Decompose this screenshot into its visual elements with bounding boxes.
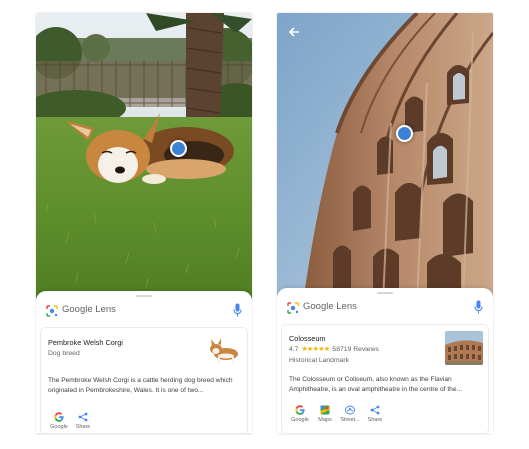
colosseum-photo[interactable] [277,13,493,303]
focus-dot[interactable] [170,140,187,157]
focus-dot[interactable] [396,125,413,142]
action-row: Google Share [47,412,127,433]
share-action-label: Share [367,417,383,423]
mic-icon[interactable] [233,303,242,317]
maps-action[interactable]: Maps [313,405,337,427]
result-description: The Pembroke Welsh Corgi is a cattle her… [48,377,233,394]
mic-icon[interactable] [474,300,483,314]
lens-header: Google Lens [277,298,493,318]
google-icon [54,412,64,422]
share-action[interactable]: Share [363,405,387,427]
result-title: Colosseum [289,334,326,343]
lens-result-sheet: Google Lens Pembroke Welsh Corgi Dog bre… [36,291,252,433]
result-title: Pembroke Welsh Corgi [48,338,123,347]
lens-screen-colosseum: Google Lens Colosseum 4.7 ★★★★★ 58719 Revi… [277,13,493,434]
lens-title: Google Lens [303,301,357,312]
street-view-action-label: Street... [340,417,360,423]
lens-screen-corgi: Google Lens Pembroke Welsh Corgi Dog bre… [36,13,252,434]
lens-result-sheet: Google Lens Colosseum 4.7 ★★★★★ 58719 Revi… [277,288,493,434]
google-lens-logo-icon [46,305,58,317]
google-search-action[interactable]: Google [47,412,71,433]
result-thumbnail [445,331,483,365]
street-view-action[interactable]: Street... [338,405,362,427]
result-thumbnail [204,334,242,368]
result-card[interactable]: Pembroke Welsh Corgi Dog breed The Pembr… [40,327,248,433]
rating-stars: ★★★★★ [301,346,330,353]
share-action-label: Share [75,424,91,430]
google-search-action[interactable]: Google [288,405,312,427]
result-subtitle: Dog breed [48,350,80,357]
result-subtitle: Historical Landmark [289,357,350,364]
rating-row: 4.7 ★★★★★ 58719 Reviews [289,345,379,353]
lens-title: Google Lens [62,304,116,315]
rating-value: 4.7 [289,346,299,353]
google-icon [295,405,305,415]
share-icon [78,412,88,422]
action-row: Google Maps Street... Share [288,405,408,427]
google-lens-logo-icon [287,302,299,314]
share-action[interactable]: Share [71,412,95,433]
result-description: The Colosseum or Coliseum, also known as… [289,376,463,393]
google-action-label: Google [50,424,68,430]
sheet-drag-handle[interactable] [377,292,393,294]
maps-action-label: Maps [318,417,332,423]
sheet-drag-handle[interactable] [136,295,152,297]
maps-icon [320,405,330,415]
corgi-photo[interactable] [36,13,252,303]
result-card[interactable]: Colosseum 4.7 ★★★★★ 58719 Reviews Historic… [281,324,489,434]
share-icon [370,405,380,415]
back-arrow-icon[interactable] [287,25,301,39]
lens-header: Google Lens [36,301,252,321]
google-action-label: Google [291,417,309,423]
street-view-icon [345,405,355,415]
review-count: 58719 Reviews [332,346,379,353]
